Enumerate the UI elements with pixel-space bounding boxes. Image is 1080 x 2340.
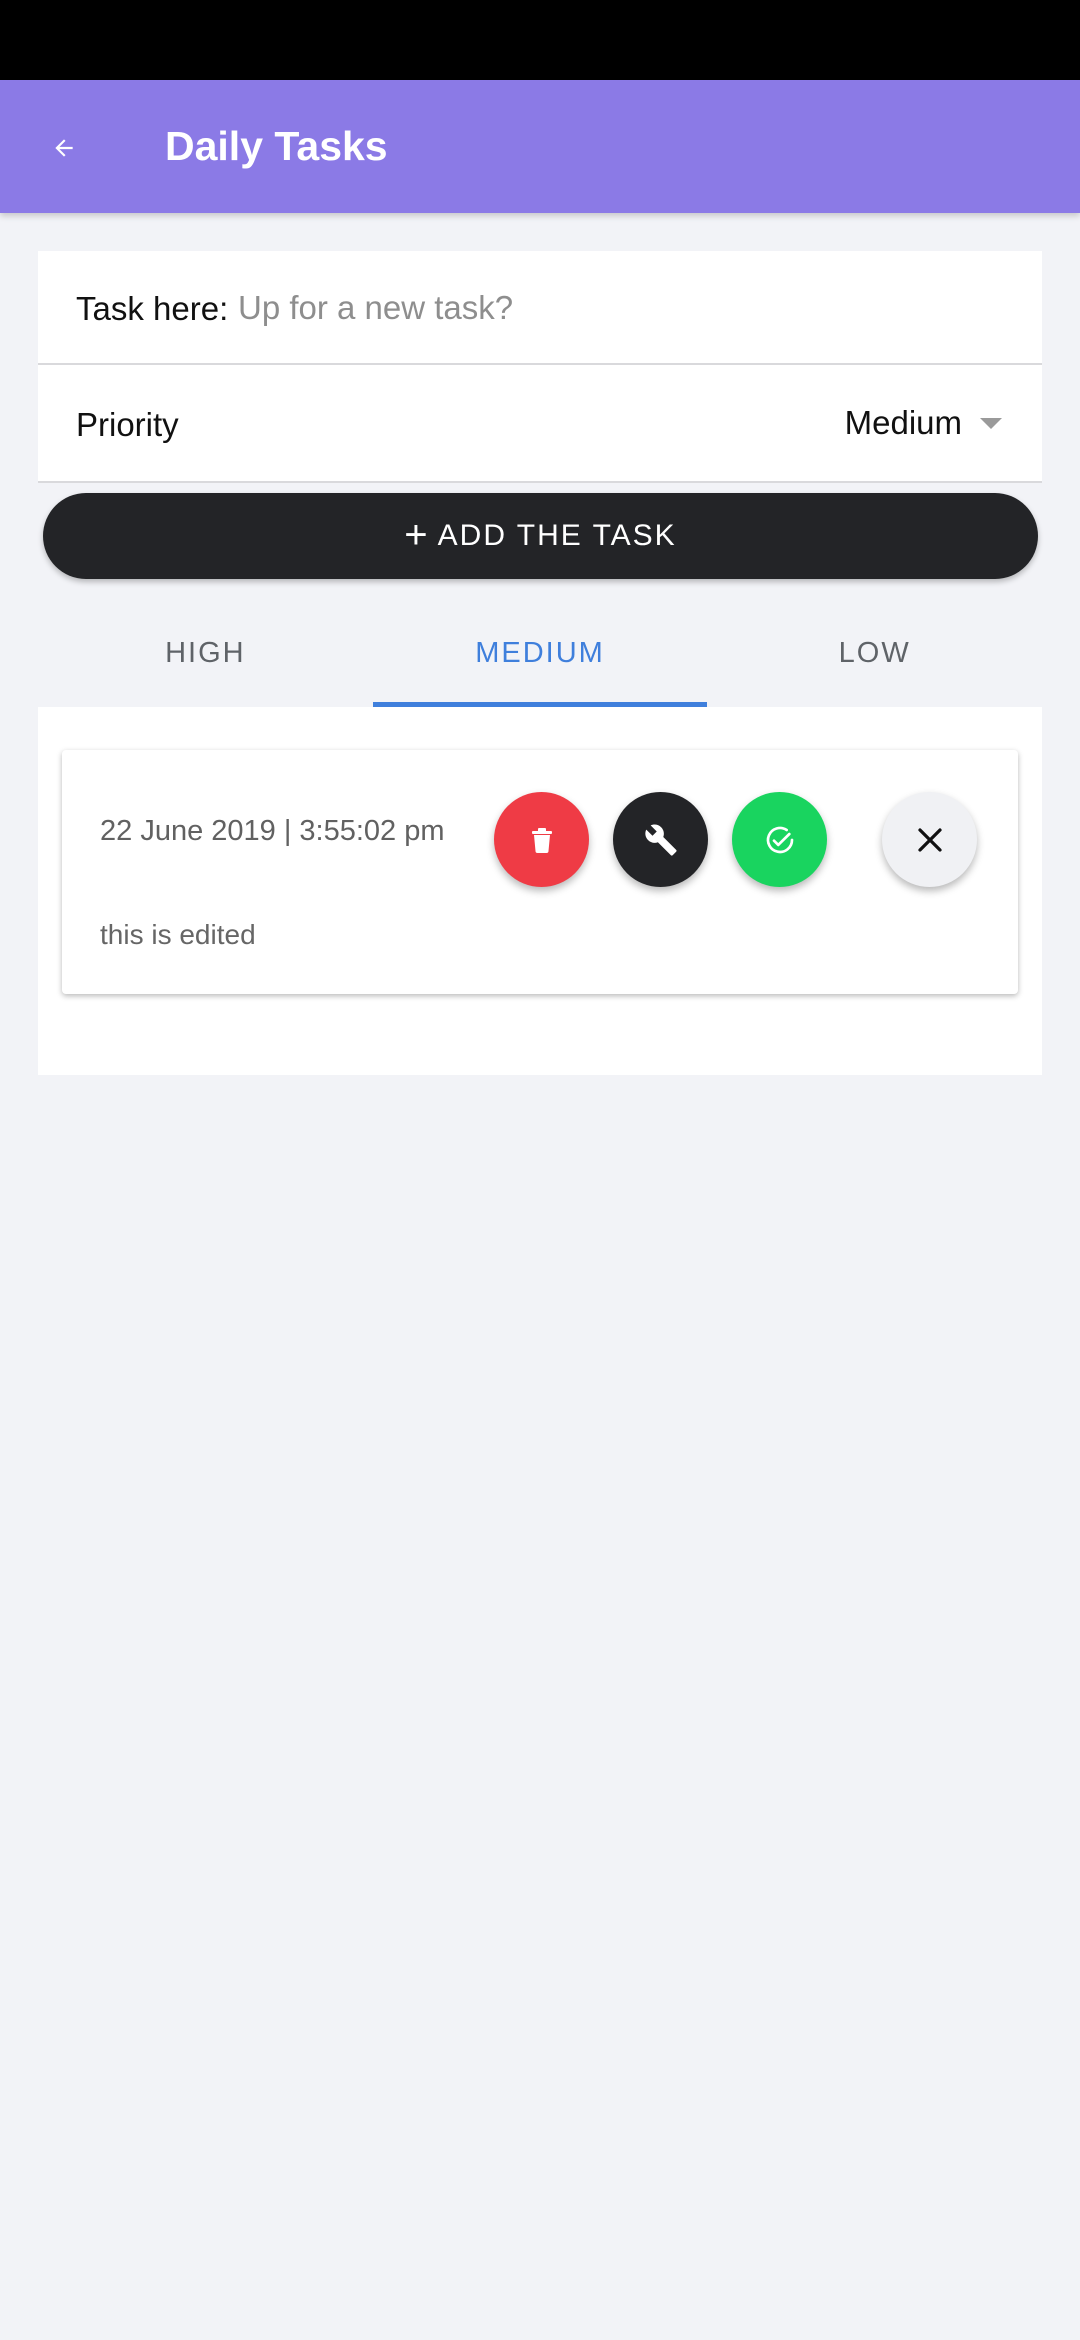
plus-icon: + [404, 512, 430, 557]
tab-high[interactable]: HIGH [38, 600, 373, 707]
priority-label: Priority [76, 406, 179, 443]
trash-icon [531, 827, 552, 853]
priority-tabs: HIGH MEDIUM LOW [38, 600, 1042, 707]
close-actions-button[interactable] [882, 792, 977, 887]
status-bar [0, 0, 1080, 80]
task-text: this is edited [100, 919, 256, 950]
arrow-left-icon [55, 139, 73, 157]
edit-task-button[interactable] [613, 792, 708, 887]
check-circle-icon [766, 826, 793, 853]
task-form: Task here: Priority Medium [38, 251, 1042, 483]
task-input-row: Task here: [38, 251, 1042, 365]
page-title: Daily Tasks [165, 123, 388, 169]
priority-selected-value: Medium [844, 404, 962, 441]
task-date: 22 June 2019 | 3:55:02 pm [100, 815, 445, 847]
app-bar: Daily Tasks [0, 80, 1080, 213]
tab-medium[interactable]: MEDIUM [372, 600, 708, 707]
close-icon [917, 827, 942, 852]
task-input[interactable] [238, 277, 998, 339]
complete-task-button[interactable] [732, 792, 827, 887]
back-button[interactable] [36, 120, 92, 176]
task-list: 22 June 2019 | 3:55:02 pm this is edited [38, 707, 1042, 1075]
add-task-button[interactable]: + ADD THE TASK [43, 493, 1038, 579]
delete-task-button[interactable] [494, 792, 589, 887]
tab-low[interactable]: LOW [707, 600, 1042, 707]
task-label: Task here: [76, 290, 229, 327]
priority-row: Priority Medium [38, 367, 1042, 483]
caret-down-icon [980, 417, 1002, 429]
task-card[interactable]: 22 June 2019 | 3:55:02 pm this is edited [62, 750, 1018, 994]
wrench-icon [644, 824, 677, 856]
priority-dropdown[interactable]: Medium [845, 399, 1002, 447]
add-task-label: ADD THE TASK [437, 519, 677, 552]
